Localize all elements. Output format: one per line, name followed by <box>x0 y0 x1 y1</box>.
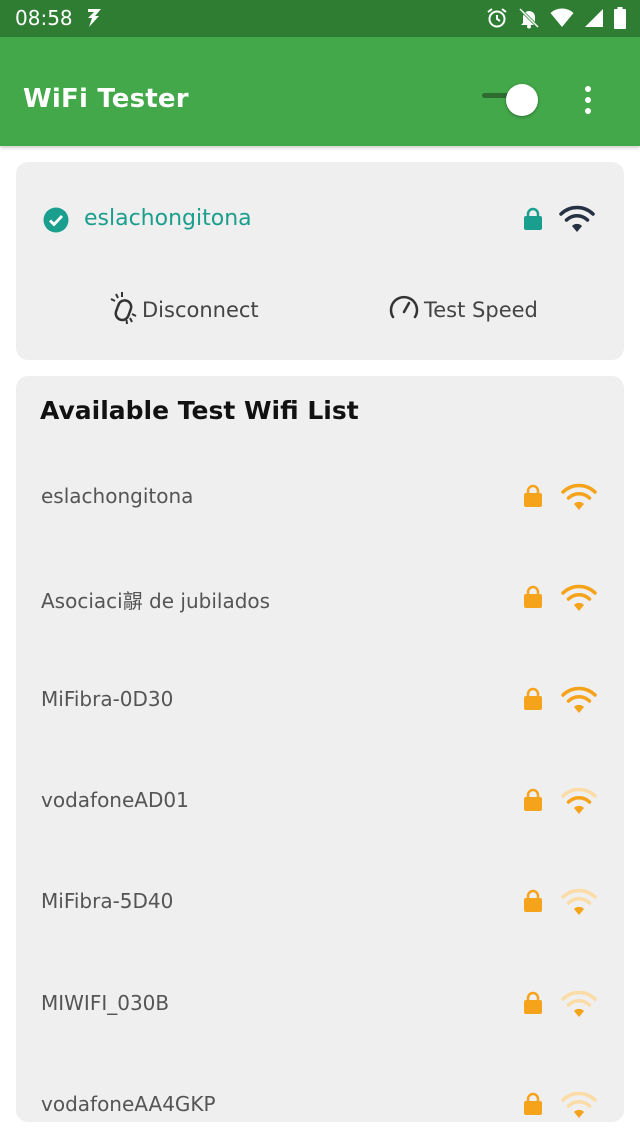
wifi-signal-icon <box>561 887 597 921</box>
wifi-list-item[interactable]: eslachongitona <box>16 468 624 528</box>
wifi-list-item[interactable]: vodafoneAA4GKP <box>16 1076 624 1122</box>
wifi-ssid: eslachongitona <box>41 484 194 508</box>
wifi-list-item[interactable]: MiFibra-0D30 <box>16 671 624 731</box>
status-bar: 08:58 <box>0 0 640 37</box>
available-wifi-card: Available Test Wifi List eslachongitona A… <box>16 376 624 1122</box>
lock-icon <box>524 687 542 715</box>
status-icons <box>486 7 626 33</box>
notifications-off-icon <box>518 7 540 33</box>
wifi-list-item[interactable]: Asociaci髜 de jubilados <box>16 569 624 629</box>
wifi-toggle[interactable] <box>482 84 538 116</box>
wifi-ssid: Asociaci髜 de jubilados <box>41 589 271 614</box>
disconnect-label: Disconnect <box>142 298 259 322</box>
wifi-signal-icon <box>561 482 597 516</box>
current-network-card: eslachongitona Disconnect Test Speed <box>16 162 624 360</box>
lock-icon <box>524 207 542 235</box>
link-off-icon <box>108 291 138 329</box>
wifi-ssid: MIWIFI_030B <box>41 990 170 1015</box>
more-vert-icon[interactable] <box>576 85 600 115</box>
disconnect-button[interactable]: Disconnect <box>108 292 259 328</box>
list-title: Available Test Wifi List <box>40 396 359 425</box>
lock-icon <box>524 788 542 816</box>
lock-icon <box>524 889 542 917</box>
check-circle-icon <box>43 207 69 237</box>
wifi-list-item[interactable]: MiFibra-5D40 <box>16 873 624 933</box>
wifi-signal-icon <box>561 583 597 617</box>
app-bar: WiFi Tester <box>0 37 640 146</box>
lock-icon <box>524 585 542 613</box>
test-speed-button[interactable]: Test Speed <box>388 292 538 328</box>
wifi-signal-icon <box>561 685 597 719</box>
app-title: WiFi Tester <box>23 84 189 114</box>
speedometer-icon <box>388 293 420 327</box>
toggle-thumb <box>506 84 538 116</box>
wifi-list-item[interactable]: vodafoneAD01 <box>16 772 624 832</box>
wifi-ssid: vodafoneAA4GKP <box>41 1091 216 1116</box>
current-ssid: eslachongitona <box>84 206 252 231</box>
alarm-icon <box>486 7 508 33</box>
wifi-signal-icon <box>561 989 597 1023</box>
lock-icon <box>524 991 542 1019</box>
wifi-ssid: vodafoneAD01 <box>41 787 189 812</box>
lock-icon <box>524 484 542 512</box>
lock-icon <box>524 1092 542 1120</box>
signal-icon <box>584 8 604 32</box>
battery-icon <box>614 7 626 33</box>
wifi-signal-icon <box>561 1090 597 1122</box>
wifi-signal-icon <box>559 204 595 238</box>
wifi-ssid: MiFibra-0D30 <box>41 686 174 711</box>
wifi-icon <box>550 8 574 32</box>
flash-icon <box>85 8 103 32</box>
status-time: 08:58 <box>15 6 73 30</box>
wifi-list-item[interactable]: MIWIFI_030B <box>16 975 624 1035</box>
wifi-signal-icon <box>561 786 597 820</box>
wifi-ssid: MiFibra-5D40 <box>41 889 174 914</box>
test-speed-label: Test Speed <box>424 298 538 322</box>
